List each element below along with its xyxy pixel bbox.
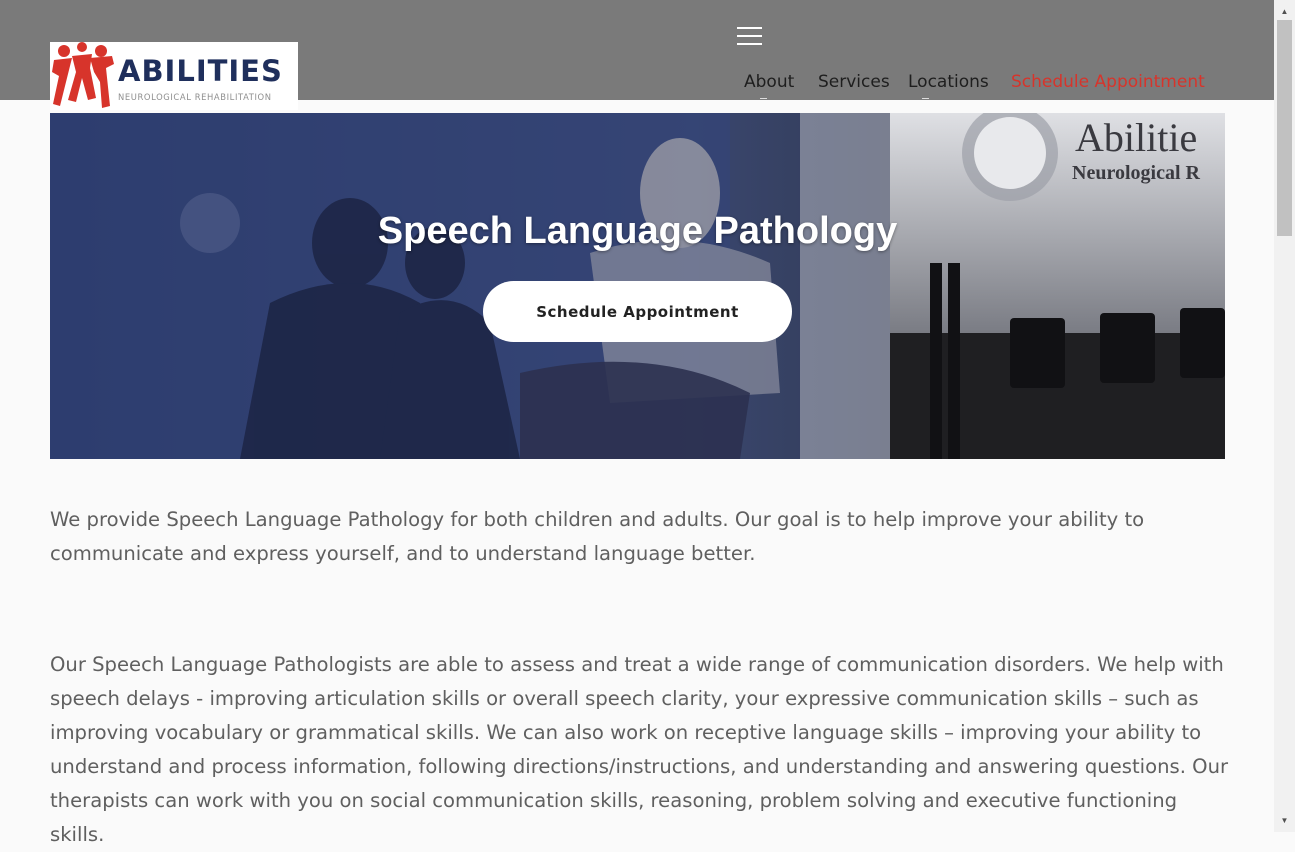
nav-about-indicator <box>760 98 767 99</box>
scrollbar[interactable]: ▲ ▼ <box>1274 0 1295 832</box>
hero-sign-word: Abilitie <box>1075 115 1197 160</box>
logo-tagline: NEUROLOGICAL REHABILITATION <box>118 92 272 102</box>
hero-title: Speech Language Pathology <box>377 210 898 252</box>
nav-schedule-appointment[interactable]: Schedule Appointment <box>1011 72 1205 92</box>
site-logo[interactable]: ABILITIES NEUROLOGICAL REHABILITATION <box>50 42 298 110</box>
services-paragraph: Our Speech Language Pathologists are abl… <box>50 653 1229 846</box>
logo-figures-icon <box>52 42 114 108</box>
schedule-appointment-button[interactable]: Schedule Appointment <box>483 281 792 342</box>
nav-locations[interactable]: Locations <box>908 72 989 92</box>
scrollbar-thumb[interactable] <box>1277 20 1292 236</box>
hamburger-icon[interactable] <box>737 27 763 45</box>
nav-about[interactable]: About <box>744 72 794 92</box>
arrow-down-icon[interactable]: ▼ <box>1274 812 1295 829</box>
hero-banner: Abilitie Neurological R Speech Language … <box>50 113 1225 459</box>
nav-locations-indicator <box>922 98 929 99</box>
arrow-up-icon[interactable]: ▲ <box>1274 3 1295 20</box>
intro-paragraph: We provide Speech Language Pathology for… <box>50 508 1145 565</box>
nav-services[interactable]: Services <box>818 72 890 92</box>
hero-sign-sub: Neurological R <box>1072 162 1201 184</box>
logo-wordmark: ABILITIES <box>118 54 283 88</box>
